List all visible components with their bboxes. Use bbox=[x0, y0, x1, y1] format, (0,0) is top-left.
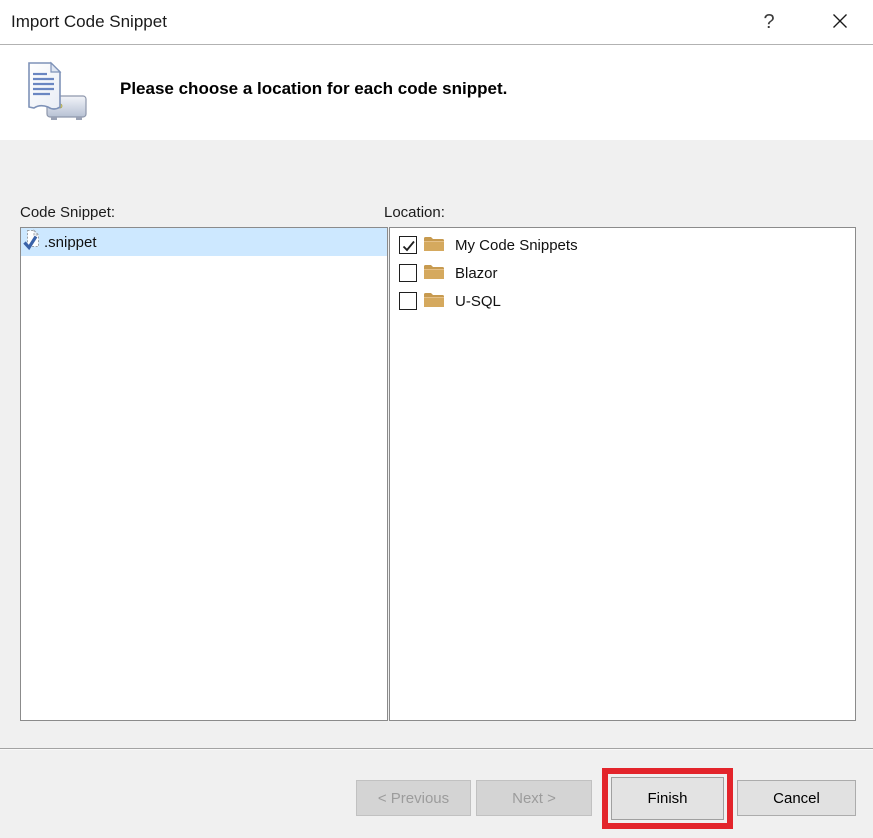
location-item-label: Blazor bbox=[455, 265, 498, 282]
window-title: Import Code Snippet bbox=[11, 0, 167, 44]
code-snippet-label: Code Snippet: bbox=[20, 204, 115, 221]
folder-icon bbox=[423, 235, 445, 256]
close-button[interactable] bbox=[820, 0, 860, 44]
location-item-u-sql[interactable]: U-SQL bbox=[390, 287, 855, 315]
next-button[interactable]: Next > bbox=[476, 780, 592, 816]
title-bar: Import Code Snippet ? bbox=[0, 0, 873, 45]
location-item-label: My Code Snippets bbox=[455, 237, 578, 254]
location-item-my-code-snippets[interactable]: My Code Snippets bbox=[390, 231, 855, 259]
snippet-item-label: .snippet bbox=[44, 234, 97, 251]
checkbox-blazor[interactable] bbox=[399, 264, 417, 282]
cancel-button[interactable]: Cancel bbox=[737, 780, 856, 816]
help-button[interactable]: ? bbox=[750, 0, 788, 44]
location-item-label: U-SQL bbox=[455, 293, 501, 310]
checkmark-icon bbox=[401, 238, 417, 258]
checkbox-u-sql[interactable] bbox=[399, 292, 417, 310]
finish-button[interactable]: Finish bbox=[611, 777, 724, 820]
finish-highlight-annotation: Finish bbox=[602, 768, 733, 829]
instruction-text: Please choose a location for each code s… bbox=[120, 79, 507, 99]
snippet-file-icon bbox=[23, 229, 43, 255]
folder-icon bbox=[423, 291, 445, 312]
location-label: Location: bbox=[384, 204, 445, 221]
wizard-header: Please choose a location for each code s… bbox=[0, 46, 873, 140]
close-icon bbox=[832, 13, 848, 32]
location-item-blazor[interactable]: Blazor bbox=[390, 259, 855, 287]
snippet-list-item[interactable]: .snippet bbox=[21, 228, 387, 256]
footer-divider-highlight bbox=[0, 749, 873, 750]
code-snippet-list[interactable]: .snippet bbox=[20, 227, 388, 721]
previous-button[interactable]: < Previous bbox=[356, 780, 471, 816]
help-icon: ? bbox=[763, 11, 774, 34]
import-code-snippet-dialog: Import Code Snippet ? bbox=[0, 0, 873, 838]
dialog-body: Code Snippet: Location: .snippet bbox=[0, 140, 873, 838]
folder-icon bbox=[423, 263, 445, 284]
location-list[interactable]: My Code Snippets bbox=[389, 227, 856, 721]
import-snippet-icon bbox=[20, 58, 88, 129]
checkbox-my-code-snippets[interactable] bbox=[399, 236, 417, 254]
